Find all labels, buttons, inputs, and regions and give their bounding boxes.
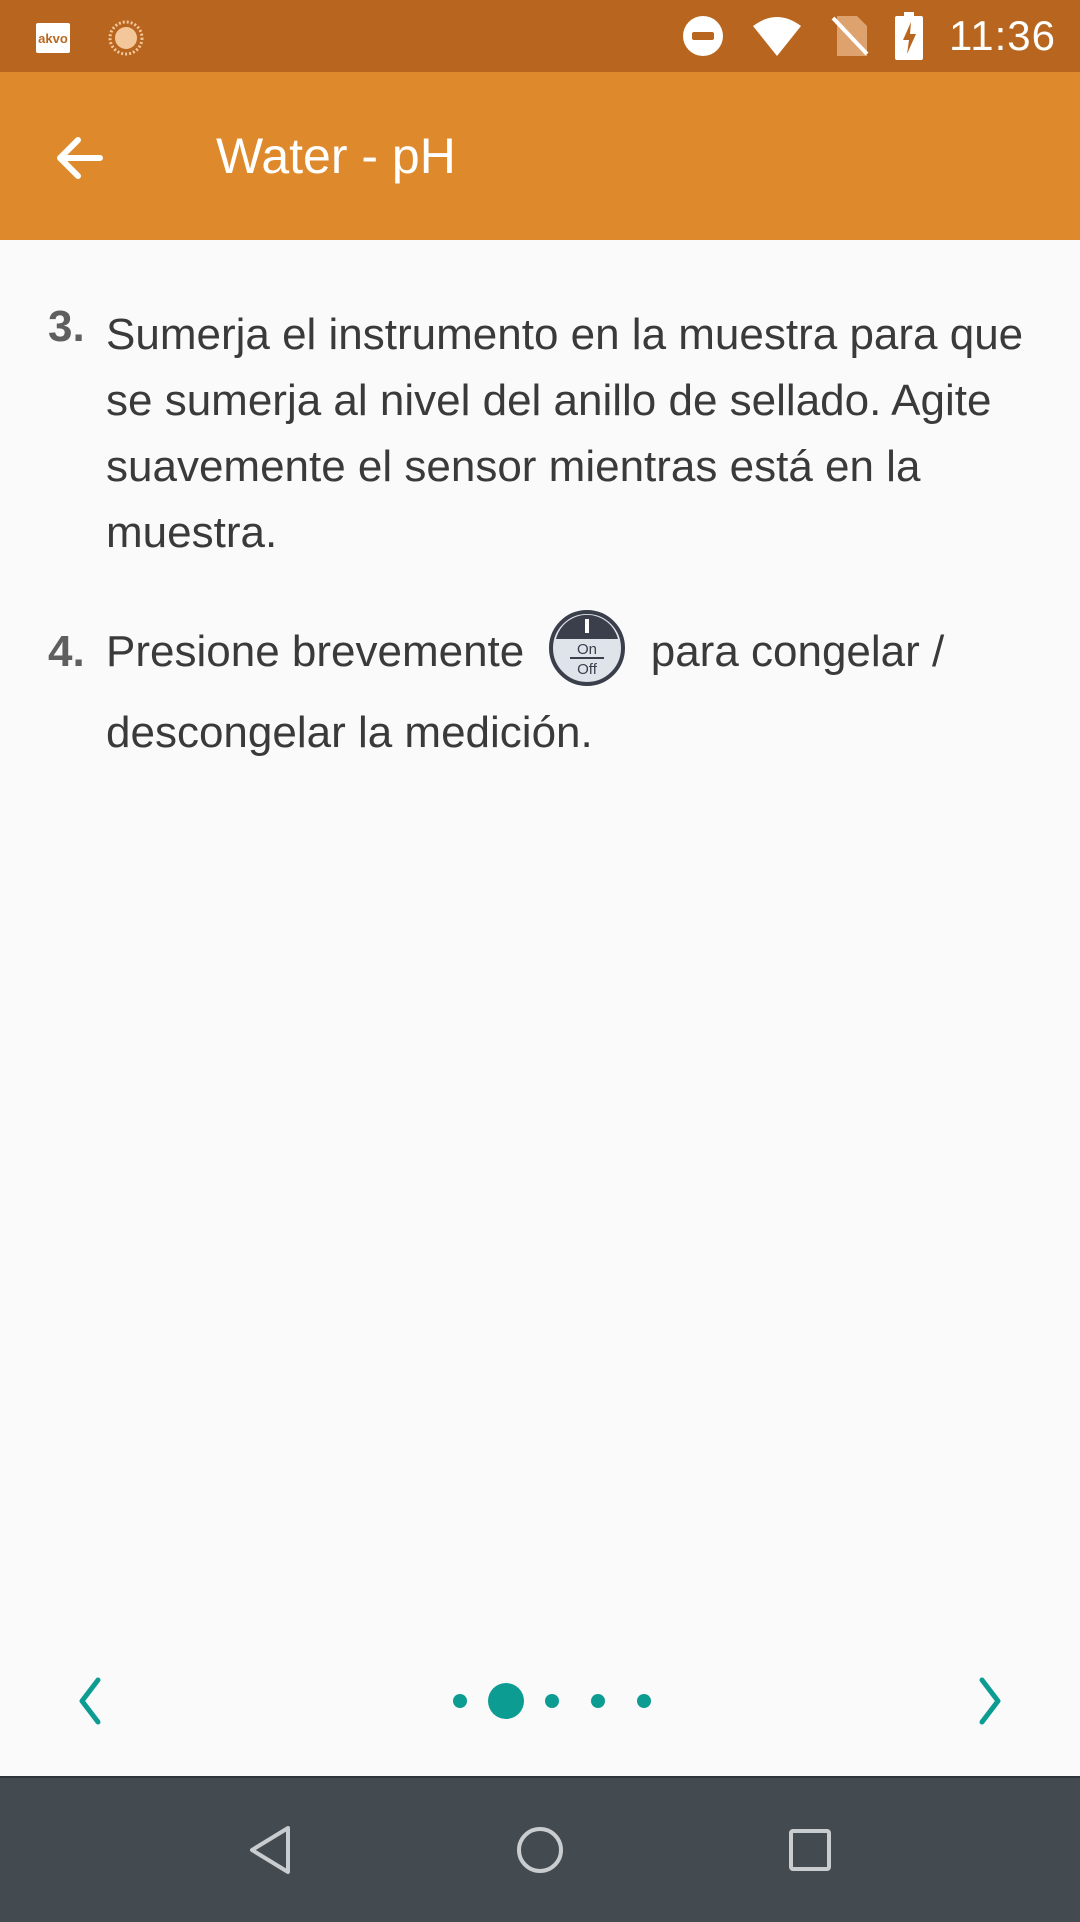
back-triangle-icon[interactable] <box>238 1818 302 1882</box>
next-page-button[interactable] <box>956 1666 1026 1736</box>
notification-icons: akvo <box>36 18 146 58</box>
sun-loading-icon <box>108 20 144 56</box>
previous-page-button[interactable] <box>54 1666 124 1736</box>
off-label: Off <box>578 661 599 678</box>
page-dot[interactable] <box>453 1694 467 1708</box>
step-number: 3. <box>48 302 85 351</box>
on-label: On <box>577 641 597 658</box>
step-text-before: Presione brevemente <box>106 627 525 676</box>
recents-square-icon[interactable] <box>778 1818 842 1882</box>
system-status-icons: 11:36 <box>681 10 1056 62</box>
on-off-button-icon: On Off <box>549 610 626 687</box>
app-bar: Water - pH <box>0 72 1080 240</box>
clock: 11:36 <box>949 12 1056 59</box>
status-bar: akvo 11:36 <box>0 0 1080 72</box>
page-dot[interactable] <box>591 1694 605 1708</box>
system-navigation-bar <box>0 1776 1080 1922</box>
arrow-left-icon <box>57 137 103 179</box>
instruction-step: 3. Sumerja el instrumento en la muestra … <box>48 302 1028 566</box>
home-circle-icon[interactable] <box>508 1818 572 1882</box>
back-button[interactable] <box>50 128 110 188</box>
no-sim-icon <box>831 16 869 56</box>
page-dot[interactable] <box>637 1694 651 1708</box>
step-text: Sumerja el instrumento en la muestra par… <box>106 310 1024 557</box>
step-text: Presione brevemente On Off para congelar… <box>106 610 1028 773</box>
battery-charging-icon <box>895 12 923 60</box>
akvo-icon-label: akvo <box>38 30 68 46</box>
pager <box>0 1660 1080 1740</box>
akvo-app-icon: akvo <box>36 23 70 53</box>
page-indicator <box>440 1660 680 1740</box>
page-dot[interactable] <box>545 1694 559 1708</box>
chevron-right-icon <box>979 1677 1001 1725</box>
wifi-icon <box>753 17 801 56</box>
step-number: 4. <box>48 627 85 676</box>
do-not-disturb-icon <box>683 16 723 56</box>
page-title: Water - pH <box>216 128 456 184</box>
instruction-step: 4. Presione brevemente On Off para conge… <box>48 610 1028 773</box>
chevron-left-icon <box>79 1677 101 1725</box>
page-dot-active[interactable] <box>488 1683 524 1719</box>
